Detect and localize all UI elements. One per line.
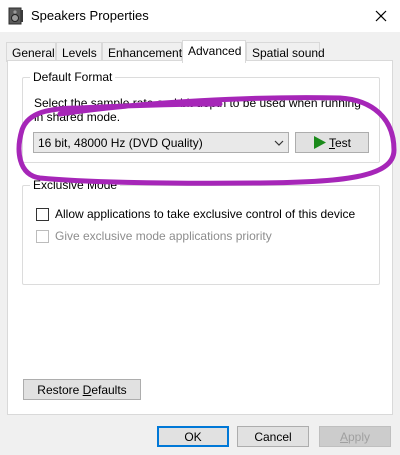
test-label-rest: est: [334, 136, 351, 150]
apply-accelerator: A: [339, 430, 348, 444]
cancel-label: Cancel: [254, 430, 292, 444]
test-button[interactable]: Test: [295, 132, 369, 153]
cancel-button[interactable]: Cancel: [237, 426, 309, 447]
close-icon[interactable]: [368, 3, 394, 29]
restore-label-rest: efaults: [91, 383, 127, 397]
apply-label-rest: pply: [348, 430, 371, 444]
title-bar: Speakers Properties: [0, 0, 400, 32]
apply-button: Apply: [319, 426, 391, 447]
default-format-description: Select the sample rate and bit depth to …: [34, 96, 361, 124]
chevron-down-icon: [274, 140, 284, 146]
window-title: Speakers Properties: [31, 8, 149, 23]
exclusive-priority-label: Give exclusive mode applications priorit…: [55, 229, 272, 243]
tab-label: General: [12, 46, 55, 60]
allow-exclusive-checkbox[interactable]: [36, 208, 49, 221]
sample-rate-select[interactable]: 16 bit, 48000 Hz (DVD Quality): [33, 132, 289, 153]
speaker-icon: [8, 7, 23, 25]
restore-label-prefix: Restore: [37, 383, 83, 397]
restore-defaults-button[interactable]: Restore Defaults: [23, 379, 141, 400]
tab-general[interactable]: General: [6, 42, 56, 62]
tab-label: Advanced: [188, 44, 242, 58]
default-format-group: Default Format Select the sample rate an…: [22, 70, 380, 163]
tab-label: Spatial sound: [252, 46, 325, 60]
tab-enhancements[interactable]: Enhancements: [102, 42, 188, 62]
allow-exclusive-label: Allow applications to take exclusive con…: [55, 207, 356, 221]
play-icon: [313, 136, 326, 149]
dialog-body: General Levels Enhancements Advanced Spa…: [0, 32, 400, 455]
tab-label: Enhancements: [108, 46, 189, 60]
ok-button[interactable]: OK: [157, 426, 229, 447]
exclusive-mode-label: Exclusive Mode: [30, 178, 121, 192]
tab-levels[interactable]: Levels: [56, 42, 102, 62]
exclusive-mode-group: Exclusive Mode Allow applications to tak…: [22, 178, 380, 285]
advanced-tab-panel: Default Format Select the sample rate an…: [7, 60, 393, 415]
tab-label: Levels: [62, 46, 97, 60]
exclusive-priority-checkbox: [36, 230, 49, 243]
ok-label: OK: [184, 430, 202, 444]
default-format-label: Default Format: [30, 70, 116, 84]
tab-spatial-sound[interactable]: Spatial sound: [246, 42, 325, 62]
selected-format-value: 16 bit, 48000 Hz (DVD Quality): [38, 136, 203, 150]
tab-advanced[interactable]: Advanced: [182, 40, 246, 63]
